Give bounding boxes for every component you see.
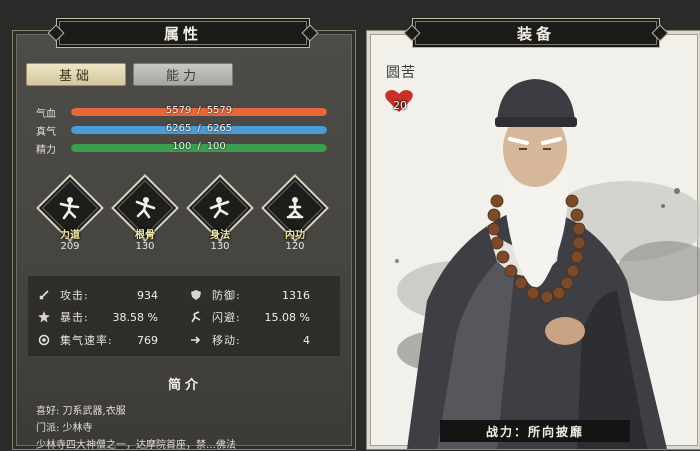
hp-current: 5579 — [165, 105, 192, 116]
character-name: 圆苦 — [386, 65, 416, 81]
stat-crit: 暴击: — [38, 309, 89, 325]
intro-line-bio: 少林寺四大神僧之一，达摩院首座，禁…佛法 — [36, 440, 236, 451]
stat-move-label: 移动: — [212, 334, 241, 347]
dodge-icon — [191, 311, 201, 323]
intro-title: 简介 — [167, 378, 202, 393]
constitution-figure-icon — [135, 197, 156, 219]
stamina-separator: / — [197, 141, 201, 152]
stat-crit-label: 暴击: — [60, 311, 89, 324]
qi-separator: / — [197, 123, 201, 134]
intro-line-likes: 喜好: 刀系武器,衣服 — [36, 406, 126, 417]
qi-bar: 真气 6265 / 6265 — [36, 123, 330, 138]
stat-move-value: 4 — [303, 333, 310, 347]
hp-separator: / — [197, 105, 201, 116]
qi-label: 真气 — [36, 127, 56, 138]
crit-burst-icon — [38, 311, 50, 323]
attr-strength-value: 209 — [60, 241, 80, 252]
hp-label: 气血 — [36, 109, 56, 120]
stat-defense: 防御: — [190, 287, 241, 303]
elderly-monk-portrait — [395, 79, 700, 449]
stamina-label: 精力 — [36, 145, 56, 156]
hp-max: 5579 — [206, 105, 233, 116]
stat-dodge-value: 15.08 % — [264, 310, 310, 324]
attr-agility-value: 130 — [210, 241, 230, 252]
attr-constitution-value: 130 — [135, 241, 155, 252]
move-icon — [191, 336, 201, 344]
attr-agility[interactable]: 身法 130 — [186, 174, 254, 258]
stat-dodge-label: 闪避: — [212, 311, 241, 324]
tab-basic[interactable]: 基础 — [26, 63, 126, 86]
intro-line-sect: 门派: 少林寺 — [36, 423, 93, 434]
inner-power-figure-icon — [286, 197, 304, 219]
attr-inner-power[interactable]: 内功 120 — [261, 174, 329, 258]
stat-attack-value: 934 — [137, 288, 158, 302]
stat-defense-value: 1316 — [282, 288, 310, 302]
attr-constitution[interactable]: 根骨 130 — [111, 174, 179, 258]
equipment-panel — [366, 30, 700, 450]
equipment-title: 装备 — [412, 18, 660, 48]
attributes-title: 属性 — [56, 18, 310, 48]
stat-dodge: 闪避: — [190, 309, 241, 325]
sword-icon — [39, 290, 49, 300]
stat-move: 移动: — [190, 332, 241, 348]
agility-figure-icon — [209, 197, 230, 219]
combat-power-label: 战力：所向披靡 — [440, 420, 630, 442]
attr-agility-name: 身法 — [210, 230, 230, 241]
stamina-current: 100 — [172, 141, 192, 152]
favor-value: 20 — [393, 99, 407, 112]
attr-strength[interactable]: 力道 209 — [36, 174, 104, 258]
strength-figure-icon — [59, 197, 80, 220]
stat-attack: 攻击: — [38, 287, 89, 303]
tab-ability[interactable]: 能力 — [133, 63, 233, 86]
qi-max: 6265 — [206, 123, 233, 134]
stat-charge-rate-label: 集气速率: — [60, 334, 113, 347]
shield-icon — [191, 290, 201, 300]
attr-inner-power-name: 内功 — [285, 230, 305, 241]
stamina-max: 100 — [206, 141, 226, 152]
stat-charge-rate: 集气速率: — [38, 332, 113, 348]
stat-attack-label: 攻击: — [60, 289, 89, 302]
stat-crit-value: 38.58 % — [112, 310, 158, 324]
qi-current: 6265 — [165, 123, 192, 134]
stamina-bar: 精力 100 / 100 — [36, 141, 330, 156]
attr-strength-name: 力道 — [60, 230, 80, 241]
hp-bar: 气血 5579 / 5579 — [36, 105, 330, 120]
charge-rate-icon — [38, 334, 50, 346]
stat-defense-label: 防御: — [212, 289, 241, 302]
attr-inner-power-value: 120 — [285, 241, 305, 252]
stat-charge-rate-value: 769 — [137, 333, 158, 347]
attr-constitution-name: 根骨 — [135, 230, 155, 241]
